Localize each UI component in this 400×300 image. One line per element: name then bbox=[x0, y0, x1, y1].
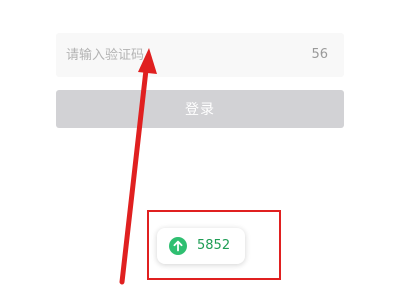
login-screen: 56 登录 5852 bbox=[0, 0, 400, 300]
resend-countdown: 56 bbox=[311, 47, 328, 62]
arrow-up-icon bbox=[169, 237, 187, 255]
verification-code-field[interactable]: 56 bbox=[56, 33, 344, 77]
verification-code-input[interactable] bbox=[66, 33, 296, 77]
suggested-code: 5852 bbox=[197, 238, 231, 253]
sms-code-suggestion[interactable]: 5852 bbox=[157, 228, 245, 264]
login-button[interactable]: 登录 bbox=[56, 90, 344, 128]
